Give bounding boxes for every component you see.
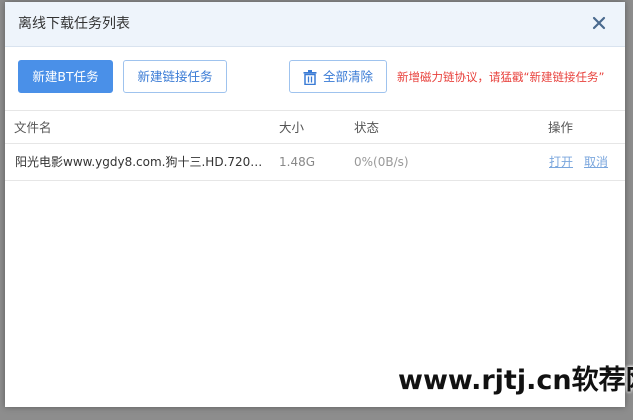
table-header: 文件名 大小 状态 操作 — [5, 110, 625, 144]
offline-download-dialog: 离线下载任务列表 新建BT任务 新建链接任务 全部清除 新增磁力链协议，请猛戳“… — [5, 2, 625, 407]
column-header-size: 大小 — [279, 120, 305, 135]
new-bt-task-button[interactable]: 新建BT任务 — [18, 60, 113, 93]
clear-all-label: 全部清除 — [323, 69, 374, 84]
column-header-actions: 操作 — [548, 120, 574, 135]
new-link-task-button[interactable]: 新建链接任务 — [123, 60, 227, 93]
dialog-header: 离线下载任务列表 — [5, 2, 625, 47]
magnet-notice: 新增磁力链协议，请猛戳“新建链接任务” — [397, 70, 605, 84]
open-link[interactable]: 打开 — [549, 154, 573, 170]
dialog-title: 离线下载任务列表 — [18, 16, 130, 32]
file-size: 1.48G — [279, 155, 316, 169]
watermark: www.rjtj.cn软荐网 — [398, 365, 633, 396]
column-header-filename: 文件名 — [14, 120, 52, 135]
clear-all-button[interactable]: 全部清除 — [289, 60, 387, 93]
column-header-status: 状态 — [354, 120, 380, 135]
cancel-link[interactable]: 取消 — [584, 154, 608, 170]
close-icon[interactable] — [591, 15, 607, 31]
trash-icon — [303, 70, 317, 85]
table-row: 阳光电影www.ygdy8.com.狗十三.HD.720p.国语中字.mkv 1… — [5, 143, 625, 181]
download-status: 0%(0B/s) — [354, 155, 409, 169]
file-name: 阳光电影www.ygdy8.com.狗十三.HD.720p.国语中字.mkv — [15, 155, 267, 169]
